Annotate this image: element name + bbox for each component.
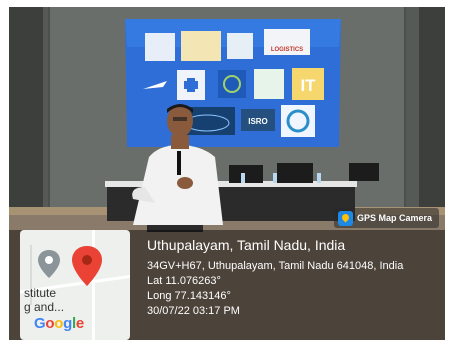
screen-tile: [218, 70, 246, 98]
location-info: Uthupalayam, Tamil Nadu, India 34GV+H67,…: [147, 237, 403, 319]
projection-screen: LOGISTICS IT ISRO: [125, 19, 341, 147]
map-label-line1: stitute: [24, 286, 57, 300]
map-label-line2: g and...: [24, 300, 65, 314]
stage-chairs: [229, 163, 379, 183]
google-logo: Google: [34, 315, 84, 332]
map-thumbnail: stitute g and... Google: [20, 230, 130, 340]
screen-tile-text: IT: [300, 76, 316, 95]
grey-place-pin-icon: [38, 250, 60, 278]
location-longitude: Long 77.143146°: [147, 290, 231, 302]
screen-tile-text: ISRO: [248, 117, 268, 126]
screen-tile: [181, 31, 221, 61]
photo-frame: LOGISTICS IT ISRO GPS Map Camera stitute…: [9, 7, 445, 340]
location-title: Uthupalayam, Tamil Nadu, India: [147, 237, 346, 253]
location-datetime: 30/07/22 03:17 PM: [147, 305, 240, 317]
gps-map-camera-badge: GPS Map Camera: [333, 208, 439, 228]
map-pin-icon: [337, 210, 353, 226]
red-location-pin-icon: [72, 246, 102, 286]
location-address: 34GV+H67, Uthupalayam, Tamil Nadu 641048…: [147, 260, 404, 272]
badge-label: GPS Map Camera: [356, 213, 432, 223]
screen-tile: [145, 33, 175, 61]
location-latitude: Lat 11.076263°: [147, 275, 221, 287]
screen-tile: [254, 69, 284, 99]
screen-tile-text: LOGISTICS: [271, 47, 303, 53]
screen-tile: [227, 33, 253, 59]
